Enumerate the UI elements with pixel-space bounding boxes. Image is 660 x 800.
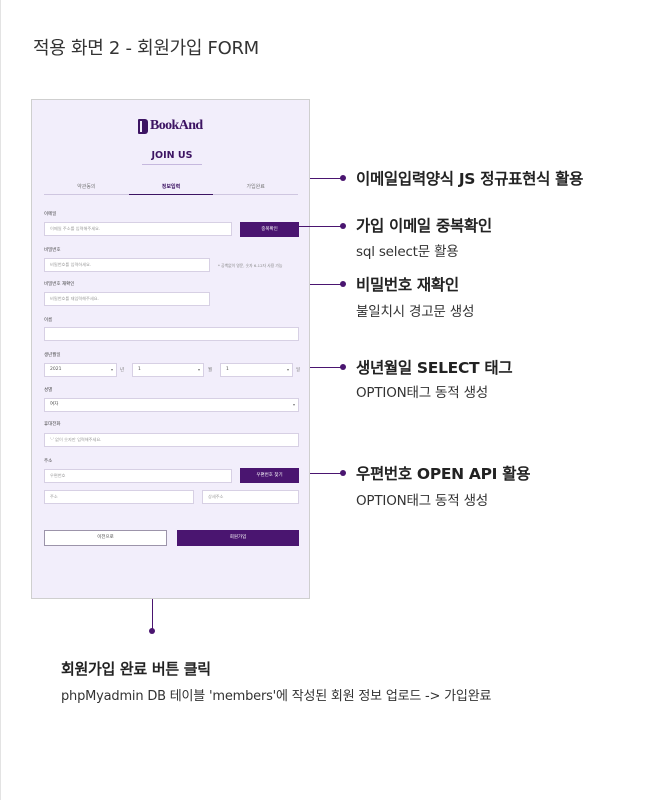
chevron-down-icon: ▾ bbox=[197, 367, 200, 372]
callout-line bbox=[310, 367, 343, 368]
callout-line bbox=[310, 178, 343, 179]
callout-dot bbox=[340, 281, 346, 287]
name-input[interactable] bbox=[44, 327, 299, 341]
password-hint: * 공백없이 영문, 숫자 6-12자 사용 가능 bbox=[218, 263, 283, 268]
callout-subtitle: sql select문 활용 bbox=[356, 244, 459, 260]
bookand-logo: BookAnd bbox=[138, 116, 203, 136]
step-terms: 약관동의 bbox=[44, 183, 129, 195]
callout-subtitle: 불일치시 경고문 생성 bbox=[356, 304, 475, 320]
birth-label: 생년월일 bbox=[44, 353, 61, 358]
birth-day-value: 1 bbox=[226, 367, 229, 372]
birth-month-unit: 월 bbox=[208, 368, 213, 373]
password-input[interactable]: 비밀번호를 입력하세요. bbox=[44, 258, 210, 272]
callout-dot bbox=[340, 470, 346, 476]
callout-subtitle: OPTION태그 동적 생성 bbox=[356, 493, 489, 509]
phone-input[interactable]: '-' 없이 숫자만 입력해주세요. bbox=[44, 433, 299, 447]
postcode-input[interactable]: 우편번호 bbox=[44, 469, 232, 483]
callout-dot bbox=[340, 175, 346, 181]
name-label: 이름 bbox=[44, 318, 53, 323]
callout-title: 비밀번호 재확인 bbox=[356, 276, 459, 294]
callout-dot bbox=[149, 628, 155, 634]
book-icon bbox=[138, 118, 148, 134]
gender-value: 여자 bbox=[50, 402, 59, 407]
password-confirm-label: 비밀번호 재확인 bbox=[44, 282, 75, 287]
password-label: 비밀번호 bbox=[44, 248, 61, 253]
email-check-button[interactable]: 중복확인 bbox=[240, 222, 299, 237]
gender-select[interactable]: 여자 ▾ bbox=[44, 398, 299, 412]
birth-month-value: 1 bbox=[138, 367, 141, 372]
bottom-note-title: 회원가입 완료 버튼 클릭 bbox=[61, 660, 211, 678]
callout-subtitle: OPTION태그 동적 생성 bbox=[356, 385, 489, 401]
logo-text: BookAnd bbox=[150, 118, 203, 133]
callout-title: 가입 이메일 중복확인 bbox=[356, 217, 492, 235]
phone-label: 휴대전화 bbox=[44, 422, 61, 427]
email-label: 이메일 bbox=[44, 212, 57, 217]
address-detail-input[interactable]: 상세주소 bbox=[202, 490, 299, 504]
birth-year-unit: 년 bbox=[120, 368, 125, 373]
callout-dot bbox=[340, 364, 346, 370]
address-input[interactable]: 주소 bbox=[44, 490, 194, 504]
signup-form-mockup: BookAnd JOIN US 약관동의 정보입력 가입완료 이메일 이메일 주… bbox=[31, 99, 310, 599]
birth-year-value: 2021 bbox=[50, 367, 62, 372]
address-label: 주소 bbox=[44, 459, 53, 464]
signup-submit-button[interactable]: 회원가입 bbox=[177, 530, 299, 546]
step-done: 가입완료 bbox=[213, 183, 299, 195]
chevron-down-icon: ▾ bbox=[110, 367, 113, 372]
callout-line bbox=[152, 599, 153, 630]
prev-button[interactable]: 이전으로 bbox=[44, 530, 167, 546]
step-info: 정보입력 bbox=[128, 183, 214, 195]
signup-steps: 약관동의 정보입력 가입완료 bbox=[44, 183, 299, 195]
postcode-search-button[interactable]: 우편번호 찾기 bbox=[240, 468, 299, 483]
bottom-note-subtitle: phpMyadmin DB 테이블 'members'에 작성된 회원 정보 업… bbox=[61, 689, 492, 704]
callout-title: 이메일입력양식 JS 정규표현식 활용 bbox=[356, 170, 584, 188]
callout-line bbox=[310, 473, 343, 474]
birth-month-select[interactable]: 1 ▾ bbox=[132, 363, 204, 377]
gender-label: 성별 bbox=[44, 388, 53, 393]
callout-title: 생년월일 SELECT 태그 bbox=[356, 359, 513, 377]
chevron-down-icon: ▾ bbox=[292, 402, 295, 407]
callout-title: 우편번호 OPEN API 활용 bbox=[356, 465, 531, 483]
email-input[interactable]: 이메일 주소를 입력해주세요. bbox=[44, 222, 232, 236]
birth-day-select[interactable]: 1 ▾ bbox=[220, 363, 293, 377]
birth-day-unit: 일 bbox=[296, 368, 301, 373]
callout-dot bbox=[340, 223, 346, 229]
chevron-down-icon: ▾ bbox=[286, 367, 289, 372]
page-title: 적용 화면 2 - 회원가입 FORM bbox=[33, 38, 259, 59]
birth-year-select[interactable]: 2021 ▾ bbox=[44, 363, 117, 377]
join-title: JOIN US bbox=[142, 150, 202, 165]
password-confirm-input[interactable]: 비밀번호를 재입력해주세요. bbox=[44, 292, 210, 306]
callout-line bbox=[310, 284, 343, 285]
callout-line bbox=[299, 226, 343, 227]
